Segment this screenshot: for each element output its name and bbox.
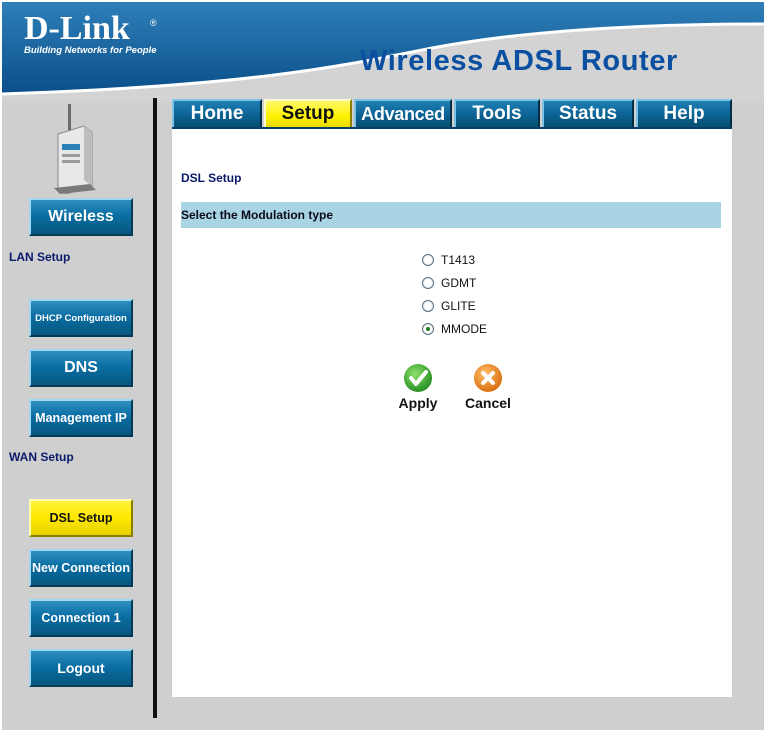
apply-label: Apply	[398, 395, 438, 411]
section-title: DSL Setup	[181, 171, 242, 185]
wireless-button[interactable]: Wireless	[29, 198, 133, 236]
radio-option-glite[interactable]: GLITE	[422, 297, 476, 315]
sidebar-divider	[153, 98, 157, 718]
logo-text: D-Link	[24, 10, 130, 47]
new-connection-button[interactable]: New Connection	[29, 549, 133, 587]
tab-setup[interactable]: Setup	[264, 99, 352, 127]
cancel-button[interactable]: Cancel	[453, 363, 523, 411]
modulation-header-text: Select the Modulation type	[181, 208, 334, 222]
radio-button[interactable]	[422, 277, 434, 289]
product-title: Wireless ADSL Router	[360, 45, 678, 77]
connection-1-button[interactable]: Connection 1	[29, 599, 133, 637]
radio-option-t1413[interactable]: T1413	[422, 251, 475, 269]
radio-button[interactable]	[422, 254, 434, 266]
main-content-panel: DSL Setup Select the Modulation type T14…	[172, 127, 732, 697]
router-device-image	[54, 104, 96, 194]
management-ip-button[interactable]: Management IP	[29, 399, 133, 437]
tab-tools[interactable]: Tools	[454, 99, 540, 127]
tab-status[interactable]: Status	[542, 99, 634, 127]
tab-advanced[interactable]: Advanced	[354, 99, 452, 127]
page-frame: D-Link ® Building Networks for People Wi…	[2, 2, 764, 730]
tab-home[interactable]: Home	[172, 99, 262, 127]
dsl-setup-button[interactable]: DSL Setup	[29, 499, 133, 537]
radio-label: T1413	[441, 253, 476, 267]
radio-label: GLITE	[441, 299, 476, 313]
dlink-logo: D-Link ® Building Networks for People	[24, 12, 157, 57]
dhcp-configuration-button[interactable]: DHCP Configuration	[29, 299, 133, 337]
tab-help[interactable]: Help	[636, 99, 732, 127]
logo-tagline: Building Networks for People	[24, 45, 157, 56]
checkmark-icon	[404, 364, 432, 392]
wan-setup-heading: WAN Setup	[9, 450, 74, 464]
apply-button[interactable]: Apply	[383, 363, 453, 411]
dns-button[interactable]: DNS	[29, 349, 133, 387]
modulation-header-bar: Select the Modulation type	[181, 202, 721, 228]
content-top-rule	[172, 127, 732, 129]
radio-label: GDMT	[441, 276, 477, 290]
logo-registered-mark: ®	[150, 18, 157, 28]
radio-button[interactable]	[422, 300, 434, 312]
cancel-label: Cancel	[465, 395, 511, 411]
logout-button[interactable]: Logout	[29, 649, 133, 687]
radio-label: MMODE	[441, 322, 487, 336]
header-banner: D-Link ® Building Networks for People Wi…	[2, 2, 764, 102]
radio-button-selected[interactable]	[422, 323, 434, 335]
radio-option-gdmt[interactable]: GDMT	[422, 274, 476, 292]
cross-icon	[474, 364, 502, 392]
lan-setup-heading: LAN Setup	[9, 250, 71, 264]
radio-option-mmode[interactable]: MMODE	[422, 320, 487, 338]
